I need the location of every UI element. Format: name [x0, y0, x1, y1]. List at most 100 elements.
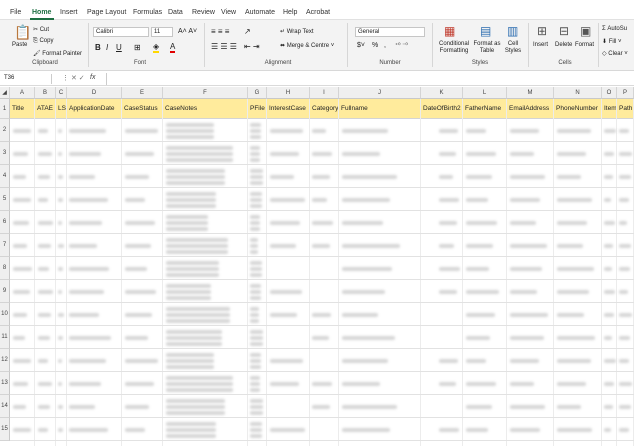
- header-cell-fathername[interactable]: FatherName: [463, 99, 507, 119]
- table-row[interactable]: [10, 211, 634, 234]
- table-row[interactable]: [10, 303, 634, 326]
- header-cell-casenotes[interactable]: CaseNotes: [163, 99, 248, 119]
- column-header-k[interactable]: K: [421, 87, 463, 99]
- table-row[interactable]: [10, 165, 634, 188]
- column-header-d[interactable]: D: [67, 87, 122, 99]
- column-header-l[interactable]: L: [463, 87, 507, 99]
- tab-view[interactable]: View: [221, 9, 236, 16]
- select-all-corner[interactable]: ◢: [0, 87, 10, 99]
- clear-button[interactable]: ◇ Clear ˅: [602, 50, 628, 57]
- tab-data[interactable]: Data: [168, 9, 183, 16]
- format-cells-button[interactable]: Format: [575, 42, 594, 48]
- tab-home[interactable]: Home: [32, 9, 51, 16]
- table-row[interactable]: [10, 188, 634, 211]
- tab-file[interactable]: File: [10, 9, 21, 16]
- insert-cells-button[interactable]: Insert: [533, 42, 548, 48]
- header-cell-pfile[interactable]: PFile: [248, 99, 267, 119]
- tab-automate[interactable]: Automate: [245, 9, 275, 16]
- header-cell-title[interactable]: Title: [10, 99, 35, 119]
- header-cell-applicationdate[interactable]: ApplicationDate: [67, 99, 122, 119]
- tab-page-layout[interactable]: Page Layout: [87, 9, 126, 16]
- header-cell-phonenumber[interactable]: PhoneNumber: [554, 99, 602, 119]
- column-header-o[interactable]: O: [602, 87, 617, 99]
- format-painter-button[interactable]: 🖌 Format Painter: [33, 50, 82, 57]
- italic-button[interactable]: I: [106, 43, 108, 52]
- name-box[interactable]: T36: [2, 74, 52, 84]
- row-header-2[interactable]: 2: [0, 119, 10, 142]
- conditional-formatting-button[interactable]: Conditional Formatting: [436, 41, 472, 55]
- conditional-formatting-icon[interactable]: ▦: [444, 25, 455, 37]
- tab-review[interactable]: Review: [192, 9, 215, 16]
- table-row[interactable]: [10, 119, 634, 142]
- delete-cells-icon[interactable]: ⊟: [559, 25, 569, 37]
- header-cell-item[interactable]: Item: [602, 99, 617, 119]
- column-header-f[interactable]: F: [163, 87, 248, 99]
- wrap-text-button[interactable]: ↵ Wrap Text: [280, 28, 314, 35]
- align-top-icon[interactable]: ≡ ≡ ≡: [211, 27, 229, 36]
- header-cell-dateofbirth2[interactable]: DateOfBirth2: [421, 99, 463, 119]
- number-format-select[interactable]: General: [355, 27, 425, 37]
- table-row[interactable]: [10, 234, 634, 257]
- formula-input[interactable]: [106, 73, 632, 85]
- row-header-5[interactable]: 5: [0, 188, 10, 211]
- header-cell-fullname[interactable]: Fullname: [339, 99, 421, 119]
- fill-color-icon[interactable]: ◈: [153, 42, 160, 53]
- column-header-a[interactable]: A: [10, 87, 35, 99]
- column-header-p[interactable]: P: [617, 87, 634, 99]
- row-header-12[interactable]: 12: [0, 349, 10, 372]
- autosum-button[interactable]: Σ AutoSu: [602, 26, 627, 32]
- column-header-c[interactable]: C: [56, 87, 67, 99]
- row-header-15[interactable]: 15: [0, 418, 10, 441]
- delete-cells-button[interactable]: Delete: [555, 42, 572, 48]
- bold-button[interactable]: B: [95, 43, 101, 52]
- header-cell-category[interactable]: Category: [310, 99, 339, 119]
- cell-styles-button[interactable]: Cell Styles: [502, 41, 524, 55]
- column-header-b[interactable]: B: [35, 87, 56, 99]
- table-row[interactable]: [10, 372, 634, 395]
- row-header-14[interactable]: 14: [0, 395, 10, 418]
- font-name-select[interactable]: Calibri: [93, 27, 149, 37]
- format-cells-icon[interactable]: ▣: [580, 25, 591, 37]
- header-cell-interestcase[interactable]: InterestCase: [267, 99, 310, 119]
- paste-button[interactable]: Paste: [12, 42, 27, 48]
- orientation-icon[interactable]: ↗: [244, 27, 251, 36]
- function-icon[interactable]: fx: [90, 74, 95, 81]
- header-cell-emailaddress[interactable]: EmailAddress: [507, 99, 554, 119]
- column-header-n[interactable]: N: [554, 87, 602, 99]
- table-row[interactable]: [10, 349, 634, 372]
- borders-icon[interactable]: ⊞: [134, 43, 141, 52]
- copy-button[interactable]: ⎘ Copy: [33, 38, 53, 45]
- table-row[interactable]: [10, 280, 634, 303]
- header-cell-atae[interactable]: ATAE: [35, 99, 56, 119]
- column-header-m[interactable]: M: [507, 87, 554, 99]
- tab-help[interactable]: Help: [283, 9, 297, 16]
- fill-button[interactable]: ⬇ Fill ˅: [602, 38, 622, 45]
- tab-formulas[interactable]: Formulas: [133, 9, 162, 16]
- row-header-7[interactable]: 7: [0, 234, 10, 257]
- row-header-4[interactable]: 4: [0, 165, 10, 188]
- merge-centre-button[interactable]: ⬌ Merge & Centre ˅: [280, 42, 334, 49]
- tab-insert[interactable]: Insert: [60, 9, 78, 16]
- row-header-1[interactable]: 1: [0, 99, 10, 119]
- indent-icon[interactable]: ⇤ ⇥: [244, 42, 260, 51]
- paste-icon[interactable]: 📋: [14, 25, 31, 39]
- row-header-11[interactable]: 11: [0, 326, 10, 349]
- tab-acrobat[interactable]: Acrobat: [306, 9, 330, 16]
- header-cell-path[interactable]: Path: [617, 99, 634, 119]
- table-row[interactable]: [10, 142, 634, 165]
- font-grow-shrink[interactable]: A˄ A˅: [178, 28, 197, 35]
- percent-button[interactable]: %: [372, 42, 378, 49]
- row-header-3[interactable]: 3: [0, 142, 10, 165]
- table-row[interactable]: [10, 395, 634, 418]
- column-header-i[interactable]: I: [310, 87, 339, 99]
- insert-cells-icon[interactable]: ⊞: [537, 25, 547, 37]
- underline-button[interactable]: U: [116, 43, 122, 52]
- comma-button[interactable]: ,: [384, 42, 386, 49]
- row-header-10[interactable]: 10: [0, 303, 10, 326]
- format-as-table-icon[interactable]: ▤: [480, 25, 491, 37]
- table-row[interactable]: [10, 326, 634, 349]
- column-header-e[interactable]: E: [122, 87, 163, 99]
- row-header-9[interactable]: 9: [0, 280, 10, 303]
- row-header-8[interactable]: 8: [0, 257, 10, 280]
- header-cell-casestatus[interactable]: CaseStatus: [122, 99, 163, 119]
